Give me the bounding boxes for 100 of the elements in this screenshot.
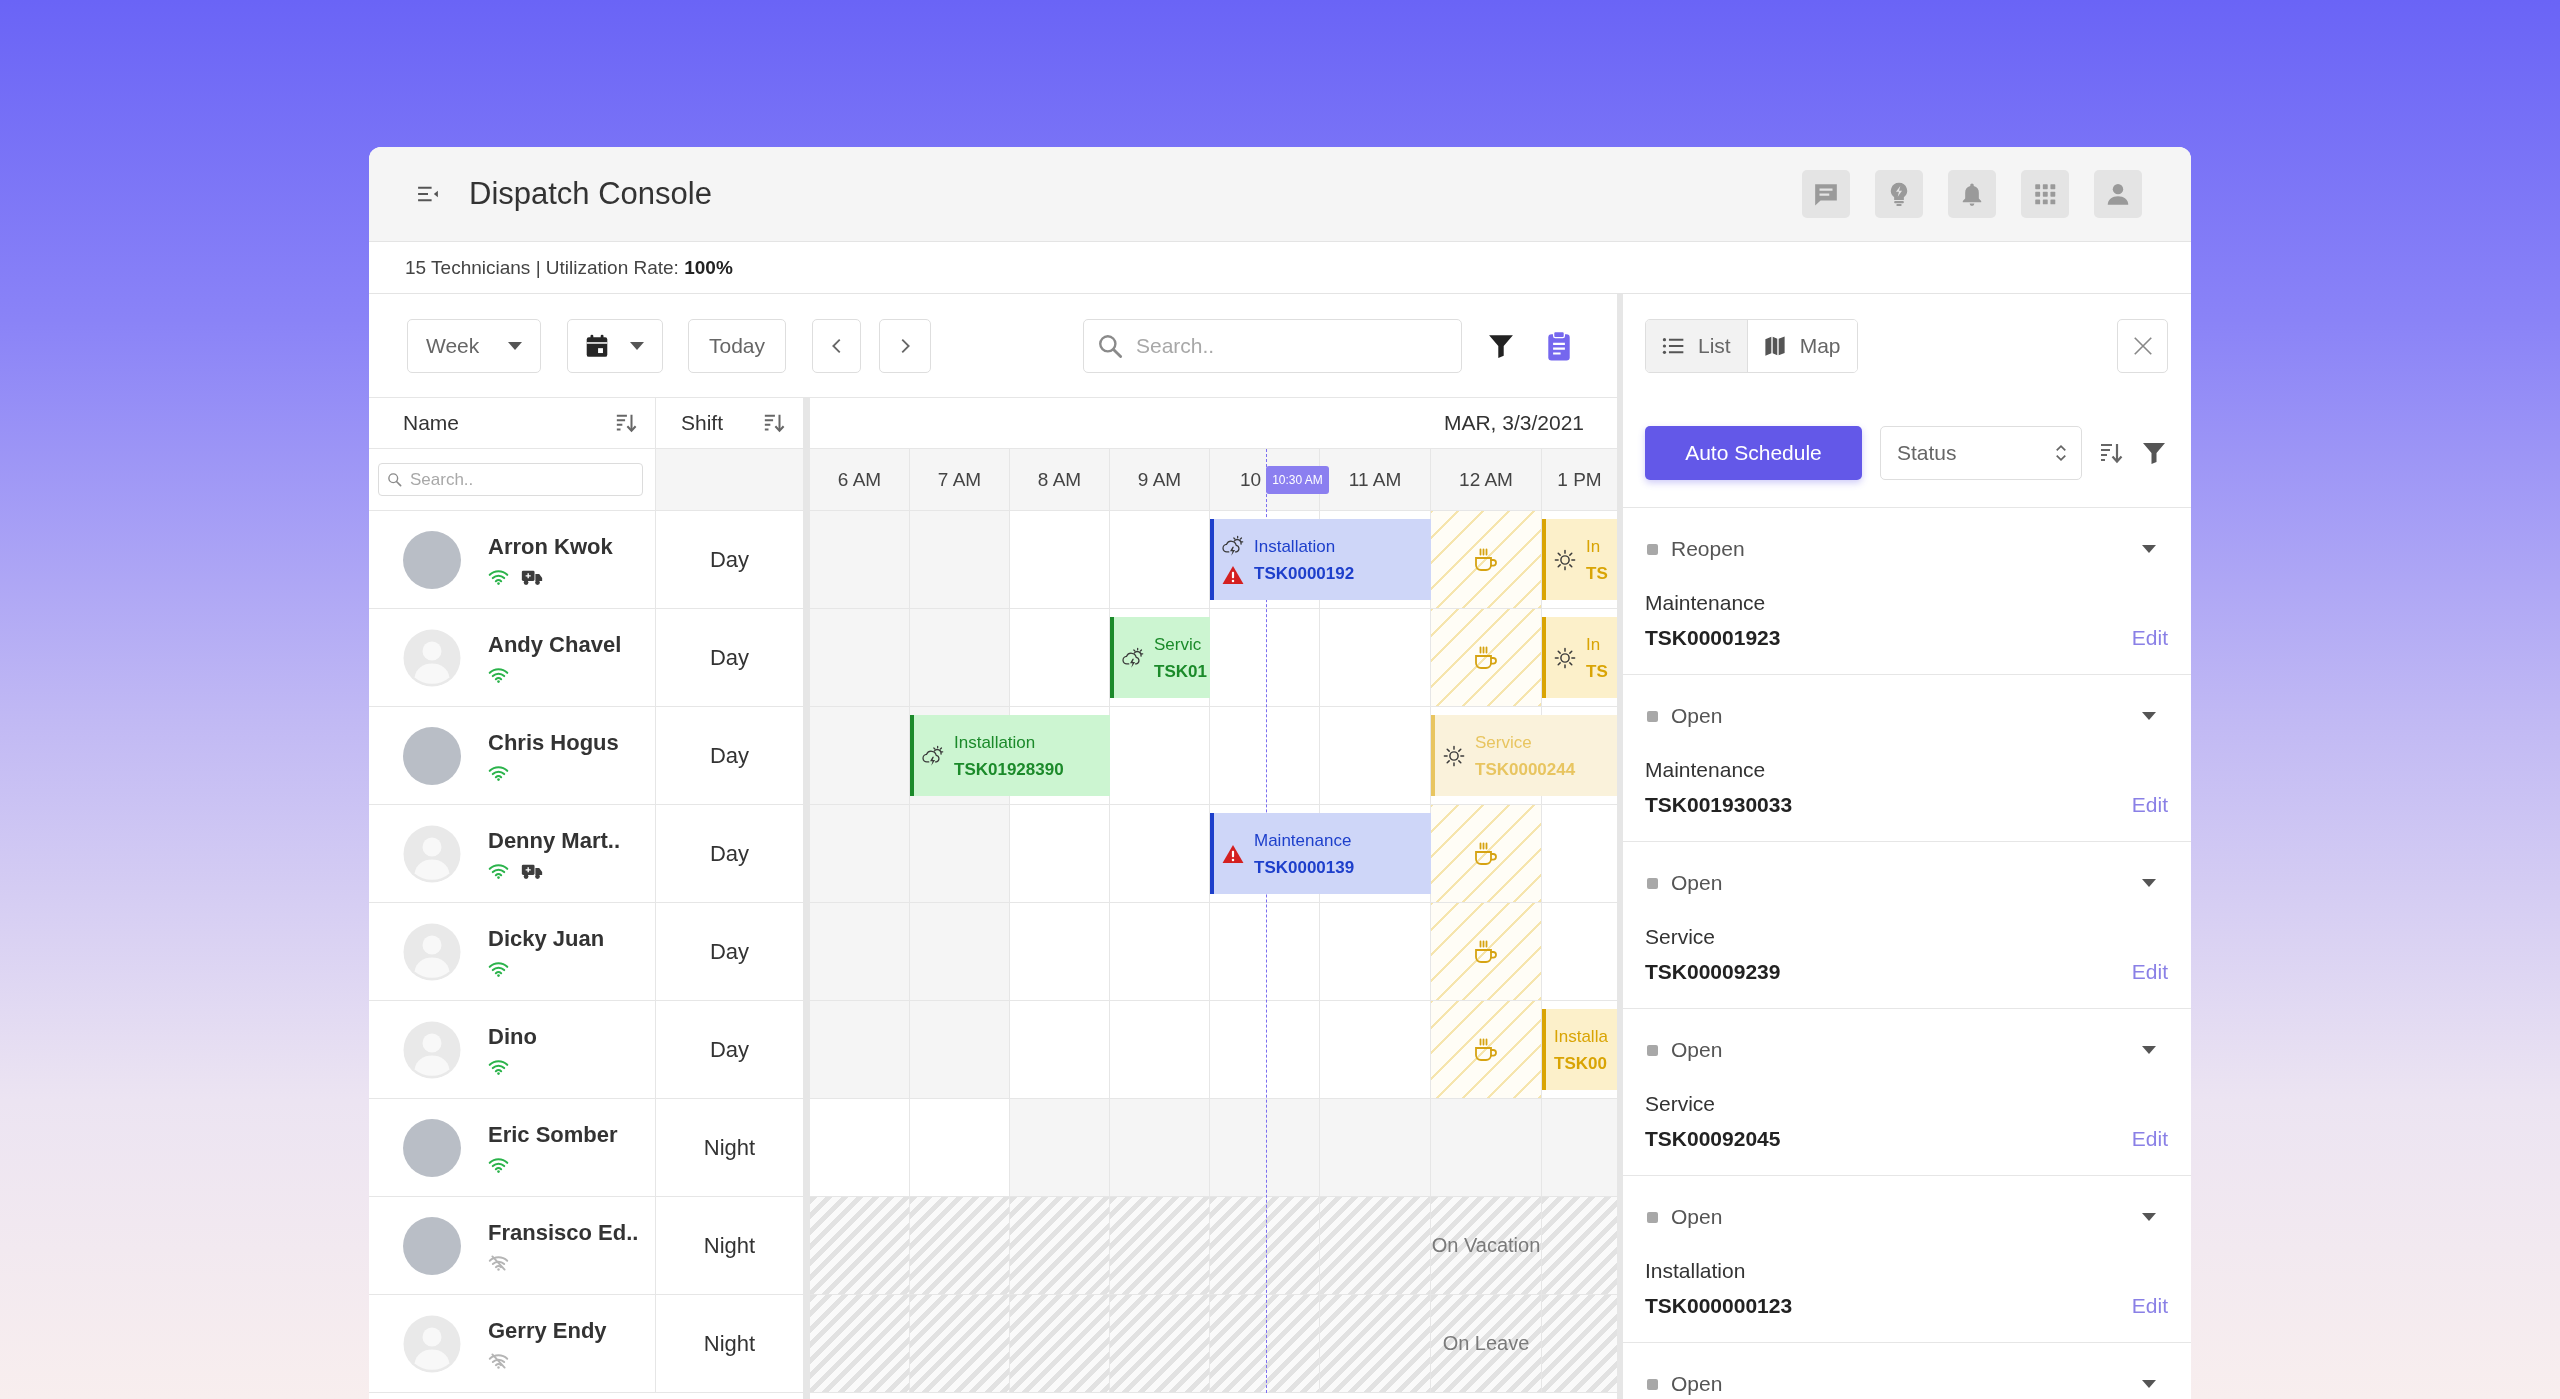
caret-icon[interactable] xyxy=(2142,712,2156,720)
shift-label: Night xyxy=(703,1330,756,1357)
filter-icon[interactable] xyxy=(2142,441,2166,464)
caret-icon[interactable] xyxy=(2142,545,2156,553)
caret-icon[interactable] xyxy=(2142,1380,2156,1388)
caret-icon xyxy=(508,341,522,350)
task-id: TSK01928390 xyxy=(954,758,1064,781)
task-block[interactable]: Maintenance TSK0000139 xyxy=(1210,813,1431,894)
technician-name: Eric Somber xyxy=(488,1122,618,1148)
shift-label: Day xyxy=(709,840,750,867)
status-select[interactable]: Status xyxy=(1880,425,2082,480)
task-block[interactable]: Installa TSK00 xyxy=(1542,1009,1617,1090)
technician-name: Denny Mart.. xyxy=(488,827,621,854)
close-icon xyxy=(2131,335,2154,357)
edit-link[interactable]: Edit xyxy=(2131,792,2168,817)
work-order-id: TSK00092045 xyxy=(1645,1126,1781,1151)
calendar-icon xyxy=(584,332,610,359)
task-id: TSK00 xyxy=(1554,1052,1608,1075)
absence-label: On Leave xyxy=(1442,1332,1530,1355)
technician-name: Dino xyxy=(488,1024,537,1050)
technician-name: Chris Hogus xyxy=(488,730,619,756)
technician-name: Dicky Juan xyxy=(488,926,605,952)
status-label: Reopen xyxy=(1671,537,1745,561)
map-icon xyxy=(1763,335,1786,357)
edit-link[interactable]: Edit xyxy=(2131,1126,2168,1151)
absence-label: On Vacation xyxy=(1431,1234,1541,1257)
task-type: In xyxy=(1586,633,1602,656)
clipboard-icon[interactable] xyxy=(1547,330,1571,361)
coffee-cup-icon xyxy=(1473,938,1499,965)
status-label: Open xyxy=(1671,1205,1723,1229)
search-icon xyxy=(387,472,402,487)
current-time-badge: 10:30 AM xyxy=(1266,465,1329,494)
column-header: Name xyxy=(403,411,460,435)
menu-icon[interactable] xyxy=(417,185,439,203)
technician-name: Andy Chavel xyxy=(488,632,622,658)
caret-icon xyxy=(630,341,644,350)
work-type: Maintenance xyxy=(1645,757,1767,783)
work-type: Service xyxy=(1645,924,1717,950)
task-id: TS xyxy=(1586,660,1608,683)
today-button[interactable]: Today xyxy=(688,318,786,373)
grid-icon xyxy=(2032,181,2058,207)
task-id: TSK0000139 xyxy=(1254,856,1355,879)
status-label: Open xyxy=(1671,1038,1723,1062)
technician-name: Arron Kwok xyxy=(488,533,613,560)
task-block[interactable]: In TS xyxy=(1542,519,1617,600)
hour-label: 12 AM xyxy=(1459,468,1513,491)
date-label: MAR, 3/3/2021 xyxy=(1443,411,1584,435)
view-tab[interactable]: List xyxy=(1646,320,1747,372)
hour-label: 10 xyxy=(1240,468,1262,491)
task-type: Installation xyxy=(954,731,1037,754)
task-type: Installa xyxy=(1554,1025,1608,1048)
auto-schedule-button[interactable]: Auto Schedule xyxy=(1645,425,1862,480)
search-icon xyxy=(1097,332,1123,359)
technician-name: Fransisco Ed.. xyxy=(488,1220,639,1246)
sort-icon[interactable] xyxy=(615,412,637,434)
task-id: TS xyxy=(1586,562,1608,585)
work-type: Service xyxy=(1645,1091,1717,1117)
sort-icon[interactable] xyxy=(763,412,785,434)
task-block[interactable]: In TS xyxy=(1542,617,1617,698)
work-type: Maintenance xyxy=(1645,590,1767,616)
work-order-id: TSK00009239 xyxy=(1645,959,1781,984)
task-id: TSK01 xyxy=(1154,660,1207,683)
filter-icon[interactable] xyxy=(1488,333,1514,358)
task-block[interactable]: Installation TSK01928390 xyxy=(910,715,1110,796)
edit-link[interactable]: Edit xyxy=(2131,959,2168,984)
caret-icon[interactable] xyxy=(2142,1046,2156,1054)
task-type: Servic xyxy=(1154,633,1203,656)
edit-link[interactable]: Edit xyxy=(2131,1293,2168,1318)
hour-label: 1 PM xyxy=(1557,468,1602,491)
caret-icon[interactable] xyxy=(2142,879,2156,887)
search-field[interactable]: Search.. xyxy=(378,463,643,496)
shift-label: Day xyxy=(709,938,750,965)
task-id: TSK0000192 xyxy=(1254,562,1355,585)
chat-icon xyxy=(1813,181,1839,207)
column-header: Shift xyxy=(681,411,724,435)
window-title: Dispatch Console xyxy=(469,176,712,212)
coffee-cup-icon xyxy=(1473,840,1499,867)
caret-icon[interactable] xyxy=(2142,1213,2156,1221)
view-select[interactable]: Week xyxy=(407,318,541,373)
coffee-cup-icon xyxy=(1473,1036,1499,1063)
hour-label: 6 AM xyxy=(837,468,882,491)
shift-label: Day xyxy=(709,546,750,573)
list-icon xyxy=(1662,337,1684,355)
edit-link[interactable]: Edit xyxy=(2131,625,2168,650)
hour-label: 11 AM xyxy=(1348,468,1402,491)
task-id: TSK0000244 xyxy=(1475,758,1576,781)
user-icon xyxy=(2105,181,2131,207)
search-field[interactable]: Search.. xyxy=(1083,318,1462,373)
work-order-id: TSK001930033 xyxy=(1645,792,1793,817)
hour-label: 8 AM xyxy=(1037,468,1082,491)
date-picker[interactable] xyxy=(567,318,663,373)
task-block[interactable]: Servic TSK01 xyxy=(1110,617,1210,698)
task-type: Installation xyxy=(1254,535,1337,558)
task-block[interactable]: Installation TSK0000192 xyxy=(1210,519,1431,600)
work-type: Installation xyxy=(1645,1258,1747,1284)
technician-name: Gerry Endy xyxy=(488,1318,607,1344)
hour-label: 9 AM xyxy=(1137,468,1182,491)
view-tab[interactable]: Map xyxy=(1746,320,1857,372)
shift-label: Day xyxy=(709,1036,750,1063)
status-label: Open xyxy=(1671,1372,1723,1396)
